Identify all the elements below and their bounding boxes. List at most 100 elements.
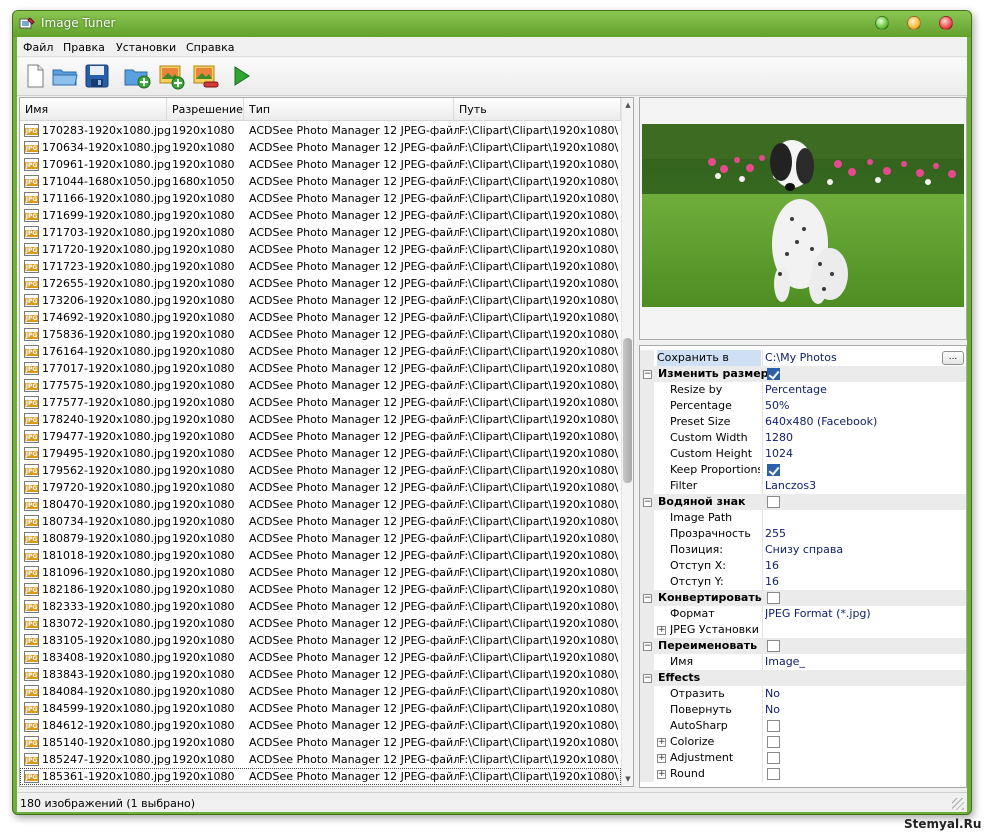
- property-value[interactable]: Lanczos3: [765, 478, 960, 494]
- property-category[interactable]: − Конвертировать: [640, 590, 966, 606]
- minimize-button[interactable]: [875, 16, 889, 30]
- new-button[interactable]: [21, 62, 49, 90]
- property-row[interactable]: Позиция: Снизу справа: [640, 542, 966, 558]
- table-row[interactable]: JPG 182186-1920x1080.jpg 1920x1080 ACDSee P…: [20, 581, 621, 598]
- property-value[interactable]: 640x480 (Facebook): [765, 414, 960, 430]
- column-header-resolution[interactable]: Разрешение: [167, 98, 244, 121]
- table-row[interactable]: JPG 180470-1920x1080.jpg 1920x1080 ACDSee P…: [20, 496, 621, 513]
- collapse-toggle-icon[interactable]: −: [643, 642, 652, 651]
- property-row[interactable]: + JPEG Установки: [640, 622, 966, 638]
- property-value[interactable]: No: [765, 702, 960, 718]
- table-row[interactable]: JPG 171723-1920x1080.jpg 1920x1080 ACDSee P…: [20, 258, 621, 275]
- expand-toggle-icon[interactable]: +: [657, 770, 666, 779]
- property-row[interactable]: Повернуть No: [640, 702, 966, 718]
- scroll-up-arrow[interactable]: ▲: [624, 100, 632, 110]
- table-row[interactable]: JPG 182333-1920x1080.jpg 1920x1080 ACDSee P…: [20, 598, 621, 615]
- property-value[interactable]: Image_: [765, 654, 960, 670]
- property-checkbox[interactable]: [767, 368, 780, 380]
- property-row[interactable]: + Round: [640, 766, 966, 782]
- table-row[interactable]: JPG 177577-1920x1080.jpg 1920x1080 ACDSee P…: [20, 394, 621, 411]
- table-row[interactable]: JPG 184612-1920x1080.jpg 1920x1080 ACDSee P…: [20, 717, 621, 734]
- image-list[interactable]: Имя Разрешение Тип Путь JPG 170283-1920x1…: [19, 97, 634, 787]
- add-folder-button[interactable]: [123, 62, 151, 90]
- property-value[interactable]: C:\My Photos: [765, 350, 960, 366]
- table-row[interactable]: JPG 170961-1920x1080.jpg 1920x1080 ACDSee P…: [20, 156, 621, 173]
- property-row[interactable]: Filter Lanczos3: [640, 478, 966, 494]
- menu-help[interactable]: Справка: [186, 41, 234, 54]
- table-row[interactable]: JPG 185247-1920x1080.jpg 1920x1080 ACDSee P…: [20, 751, 621, 768]
- property-value[interactable]: 50%: [765, 398, 960, 414]
- table-row[interactable]: JPG 176164-1920x1080.jpg 1920x1080 ACDSee P…: [20, 343, 621, 360]
- property-row[interactable]: Отступ X: 16: [640, 558, 966, 574]
- property-value[interactable]: No: [765, 686, 960, 702]
- menu-edit[interactable]: Правка: [63, 41, 105, 54]
- property-value[interactable]: Снизу справа: [765, 542, 960, 558]
- menu-file[interactable]: Файл: [23, 41, 53, 54]
- resize-grip[interactable]: [952, 798, 964, 810]
- collapse-toggle-icon[interactable]: −: [643, 370, 652, 379]
- table-row[interactable]: JPG 183105-1920x1080.jpg 1920x1080 ACDSee P…: [20, 632, 621, 649]
- browse-button[interactable]: ...: [942, 351, 964, 365]
- property-checkbox[interactable]: [767, 464, 780, 476]
- table-row[interactable]: JPG 180879-1920x1080.jpg 1920x1080 ACDSee P…: [20, 530, 621, 547]
- table-row[interactable]: JPG 178240-1920x1080.jpg 1920x1080 ACDSee P…: [20, 411, 621, 428]
- table-row[interactable]: JPG 184084-1920x1080.jpg 1920x1080 ACDSee P…: [20, 683, 621, 700]
- table-row[interactable]: JPG 172655-1920x1080.jpg 1920x1080 ACDSee P…: [20, 275, 621, 292]
- expand-toggle-icon[interactable]: +: [657, 738, 666, 747]
- property-category[interactable]: − Effects: [640, 670, 966, 686]
- property-checkbox[interactable]: [767, 640, 780, 652]
- property-checkbox[interactable]: [767, 736, 780, 748]
- property-checkbox[interactable]: [767, 752, 780, 764]
- collapse-toggle-icon[interactable]: −: [643, 594, 652, 603]
- property-value[interactable]: Percentage: [765, 382, 960, 398]
- list-scrollbar[interactable]: ▲ ▼: [621, 98, 633, 786]
- property-grid[interactable]: Сохранить в C:\My Photos... − Изменить разм…: [639, 345, 967, 788]
- property-row[interactable]: Resize by Percentage: [640, 382, 966, 398]
- property-row[interactable]: Имя Image_: [640, 654, 966, 670]
- property-category[interactable]: − Изменить размер: [640, 366, 966, 382]
- property-value[interactable]: 16: [765, 558, 960, 574]
- property-checkbox[interactable]: [767, 496, 780, 508]
- property-category[interactable]: − Переименовать: [640, 638, 966, 654]
- property-value[interactable]: 1024: [765, 446, 960, 462]
- close-button[interactable]: [939, 16, 953, 30]
- table-row[interactable]: JPG 171703-1920x1080.jpg 1920x1080 ACDSee P…: [20, 224, 621, 241]
- maximize-button[interactable]: [907, 16, 921, 30]
- open-button[interactable]: [51, 62, 79, 90]
- property-category[interactable]: − Водяной знак: [640, 494, 966, 510]
- property-value[interactable]: JPEG Format (*.jpg): [765, 606, 960, 622]
- property-value[interactable]: 1280: [765, 430, 960, 446]
- table-row[interactable]: JPG 180734-1920x1080.jpg 1920x1080 ACDSee P…: [20, 513, 621, 530]
- expand-toggle-icon[interactable]: +: [657, 626, 666, 635]
- table-row[interactable]: JPG 177017-1920x1080.jpg 1920x1080 ACDSee P…: [20, 360, 621, 377]
- property-row[interactable]: Custom Height 1024: [640, 446, 966, 462]
- table-row[interactable]: JPG 184599-1920x1080.jpg 1920x1080 ACDSee P…: [20, 700, 621, 717]
- table-row[interactable]: JPG 179720-1920x1080.jpg 1920x1080 ACDSee P…: [20, 479, 621, 496]
- table-row[interactable]: JPG 170634-1920x1080.jpg 1920x1080 ACDSee P…: [20, 139, 621, 156]
- property-row[interactable]: + Colorize: [640, 734, 966, 750]
- table-row[interactable]: JPG 183072-1920x1080.jpg 1920x1080 ACDSee P…: [20, 615, 621, 632]
- property-row[interactable]: Preset Size 640x480 (Facebook): [640, 414, 966, 430]
- add-image-button[interactable]: [157, 62, 185, 90]
- property-checkbox[interactable]: [767, 592, 780, 604]
- property-row[interactable]: Сохранить в C:\My Photos...: [640, 350, 966, 366]
- collapse-toggle-icon[interactable]: −: [643, 498, 652, 507]
- table-row[interactable]: JPG 171720-1920x1080.jpg 1920x1080 ACDSee P…: [20, 241, 621, 258]
- property-row[interactable]: Формат JPEG Format (*.jpg): [640, 606, 966, 622]
- property-row[interactable]: Image Path: [640, 510, 966, 526]
- table-row[interactable]: JPG 171166-1920x1080.jpg 1920x1080 ACDSee P…: [20, 190, 621, 207]
- property-value[interactable]: 255: [765, 526, 960, 542]
- table-row[interactable]: JPG 185140-1920x1080.jpg 1920x1080 ACDSee P…: [20, 734, 621, 751]
- column-header-type[interactable]: Тип: [244, 98, 454, 121]
- save-button[interactable]: [83, 62, 111, 90]
- menu-settings[interactable]: Установки: [116, 41, 176, 54]
- table-row[interactable]: JPG 170283-1920x1080.jpg 1920x1080 ACDSee P…: [20, 122, 621, 139]
- property-row[interactable]: + Adjustment: [640, 750, 966, 766]
- expand-toggle-icon[interactable]: +: [657, 754, 666, 763]
- table-row[interactable]: JPG 177575-1920x1080.jpg 1920x1080 ACDSee P…: [20, 377, 621, 394]
- title-bar[interactable]: Image Tuner: [13, 11, 971, 37]
- table-row[interactable]: JPG 181018-1920x1080.jpg 1920x1080 ACDSee P…: [20, 547, 621, 564]
- scrollbar-thumb[interactable]: [623, 338, 632, 483]
- table-row[interactable]: JPG 185361-1920x1080.jpg 1920x1080 ACDSee P…: [20, 768, 621, 785]
- table-row[interactable]: JPG 174692-1920x1080.jpg 1920x1080 ACDSee P…: [20, 309, 621, 326]
